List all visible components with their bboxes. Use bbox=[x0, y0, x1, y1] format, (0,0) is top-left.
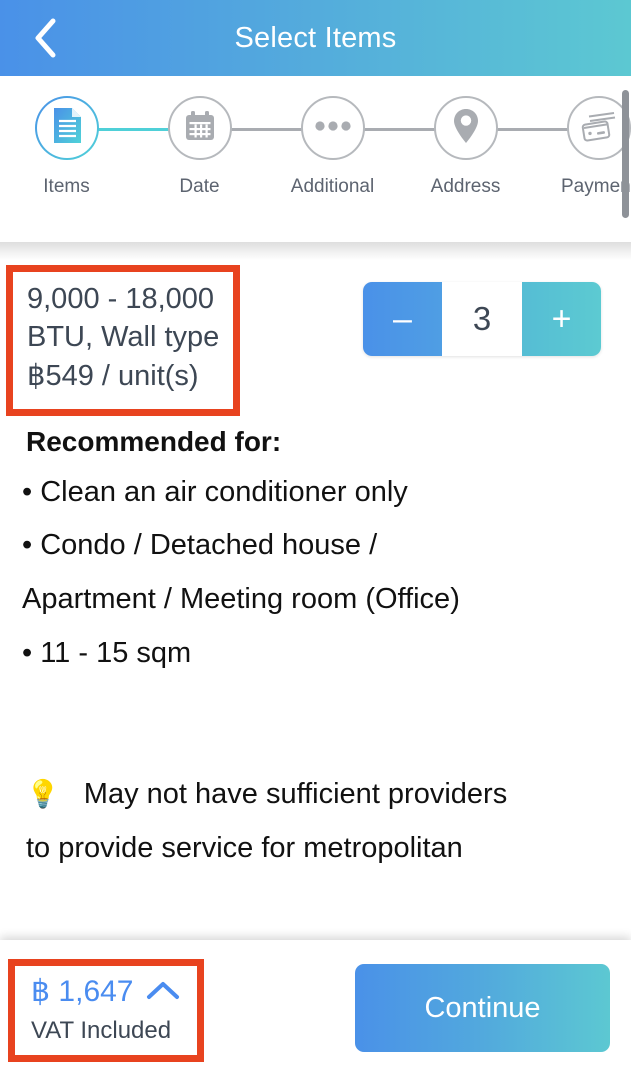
chevron-up-icon[interactable] bbox=[146, 975, 180, 1009]
step-circle-date bbox=[167, 96, 232, 160]
stepper-label-date: Date bbox=[179, 176, 220, 197]
notice-line-2: to provide service for metropolitan bbox=[26, 832, 463, 864]
recommended-item: • Condo / Detached house / bbox=[22, 529, 378, 562]
stepper-label-address: Address bbox=[430, 176, 501, 197]
stepper-divider-shadow bbox=[0, 242, 631, 260]
stepper-connector-1 bbox=[94, 128, 173, 131]
recommended-item: • Clean an air conditioner only bbox=[22, 475, 408, 508]
stepper-step-date[interactable]: Date bbox=[133, 96, 266, 198]
stepper-connector-4 bbox=[493, 128, 572, 131]
quantity-stepper: – 3 + bbox=[363, 282, 601, 356]
calendar-icon bbox=[183, 109, 217, 148]
ellipsis-icon bbox=[314, 119, 351, 137]
step-circle-address bbox=[433, 96, 498, 160]
continue-button[interactable]: Continue bbox=[355, 964, 610, 1052]
stepper-label-payment: Payment bbox=[561, 176, 631, 197]
item-description-line-2: BTU, Wall type bbox=[27, 321, 220, 354]
lightbulb-icon: 💡 bbox=[26, 779, 60, 810]
quantity-decrease-button[interactable]: – bbox=[363, 282, 442, 356]
chevron-left-icon bbox=[31, 16, 61, 60]
notice-text-1: May not have sufficient providers bbox=[83, 778, 508, 811]
stepper-step-address[interactable]: Address bbox=[399, 96, 532, 198]
location-pin-icon bbox=[453, 108, 479, 149]
stepper-connector-3 bbox=[360, 128, 439, 131]
select-items-screen: Select Items Items Date Additional Addre… bbox=[0, 0, 631, 1081]
vat-label: VAT Included bbox=[31, 1017, 172, 1044]
progress-stepper: Items Date Additional Address Payment bbox=[0, 76, 631, 242]
back-button[interactable] bbox=[24, 16, 68, 60]
total-amount-row[interactable]: ฿ 1,647 bbox=[31, 974, 181, 1009]
stepper-step-items[interactable]: Items bbox=[0, 96, 133, 198]
item-detail-content: 9,000 - 18,000 BTU, Wall type ฿549 / uni… bbox=[0, 260, 631, 941]
stepper-scrollbar[interactable] bbox=[622, 90, 629, 218]
recommended-list: • Clean an air conditioner only • Condo … bbox=[22, 466, 631, 681]
recommended-heading: Recommended for: bbox=[26, 425, 282, 457]
stepper-step-additional[interactable]: Additional bbox=[266, 96, 399, 198]
page-title: Select Items bbox=[234, 21, 397, 54]
recommended-item: • 11 - 15 sqm bbox=[22, 636, 192, 669]
step-circle-items bbox=[35, 96, 99, 160]
app-header: Select Items bbox=[0, 0, 631, 76]
availability-notice: 💡 May not have sufficient providers to p… bbox=[26, 768, 631, 875]
stepper-label-items: Items bbox=[43, 176, 90, 197]
quantity-value[interactable]: 3 bbox=[442, 282, 522, 356]
item-price-per-unit: ฿549 / unit(s) bbox=[27, 359, 199, 392]
total-summary-box[interactable]: ฿ 1,647 VAT Included bbox=[8, 959, 204, 1062]
recommended-item: Apartment / Meeting room (Office) bbox=[22, 583, 460, 616]
item-row: 9,000 - 18,000 BTU, Wall type ฿549 / uni… bbox=[0, 260, 631, 416]
bottom-total-bar: ฿ 1,647 VAT Included Continue bbox=[0, 940, 631, 1081]
notice-line-1: 💡 May not have sufficient providers bbox=[26, 768, 631, 822]
stepper-step-payment[interactable]: Payment bbox=[532, 96, 631, 198]
item-description-box: 9,000 - 18,000 BTU, Wall type ฿549 / uni… bbox=[6, 265, 241, 416]
document-icon bbox=[51, 107, 83, 150]
step-circle-payment bbox=[566, 96, 631, 160]
stepper-connector-2 bbox=[227, 128, 306, 131]
step-circle-additional bbox=[300, 96, 365, 160]
quantity-increase-button[interactable]: + bbox=[522, 282, 601, 356]
item-description-line-1: 9,000 - 18,000 bbox=[27, 283, 215, 315]
stepper-label-additional: Additional bbox=[290, 176, 375, 197]
credit-cards-icon bbox=[580, 110, 618, 147]
total-amount-value: ฿ 1,647 bbox=[31, 975, 134, 1008]
